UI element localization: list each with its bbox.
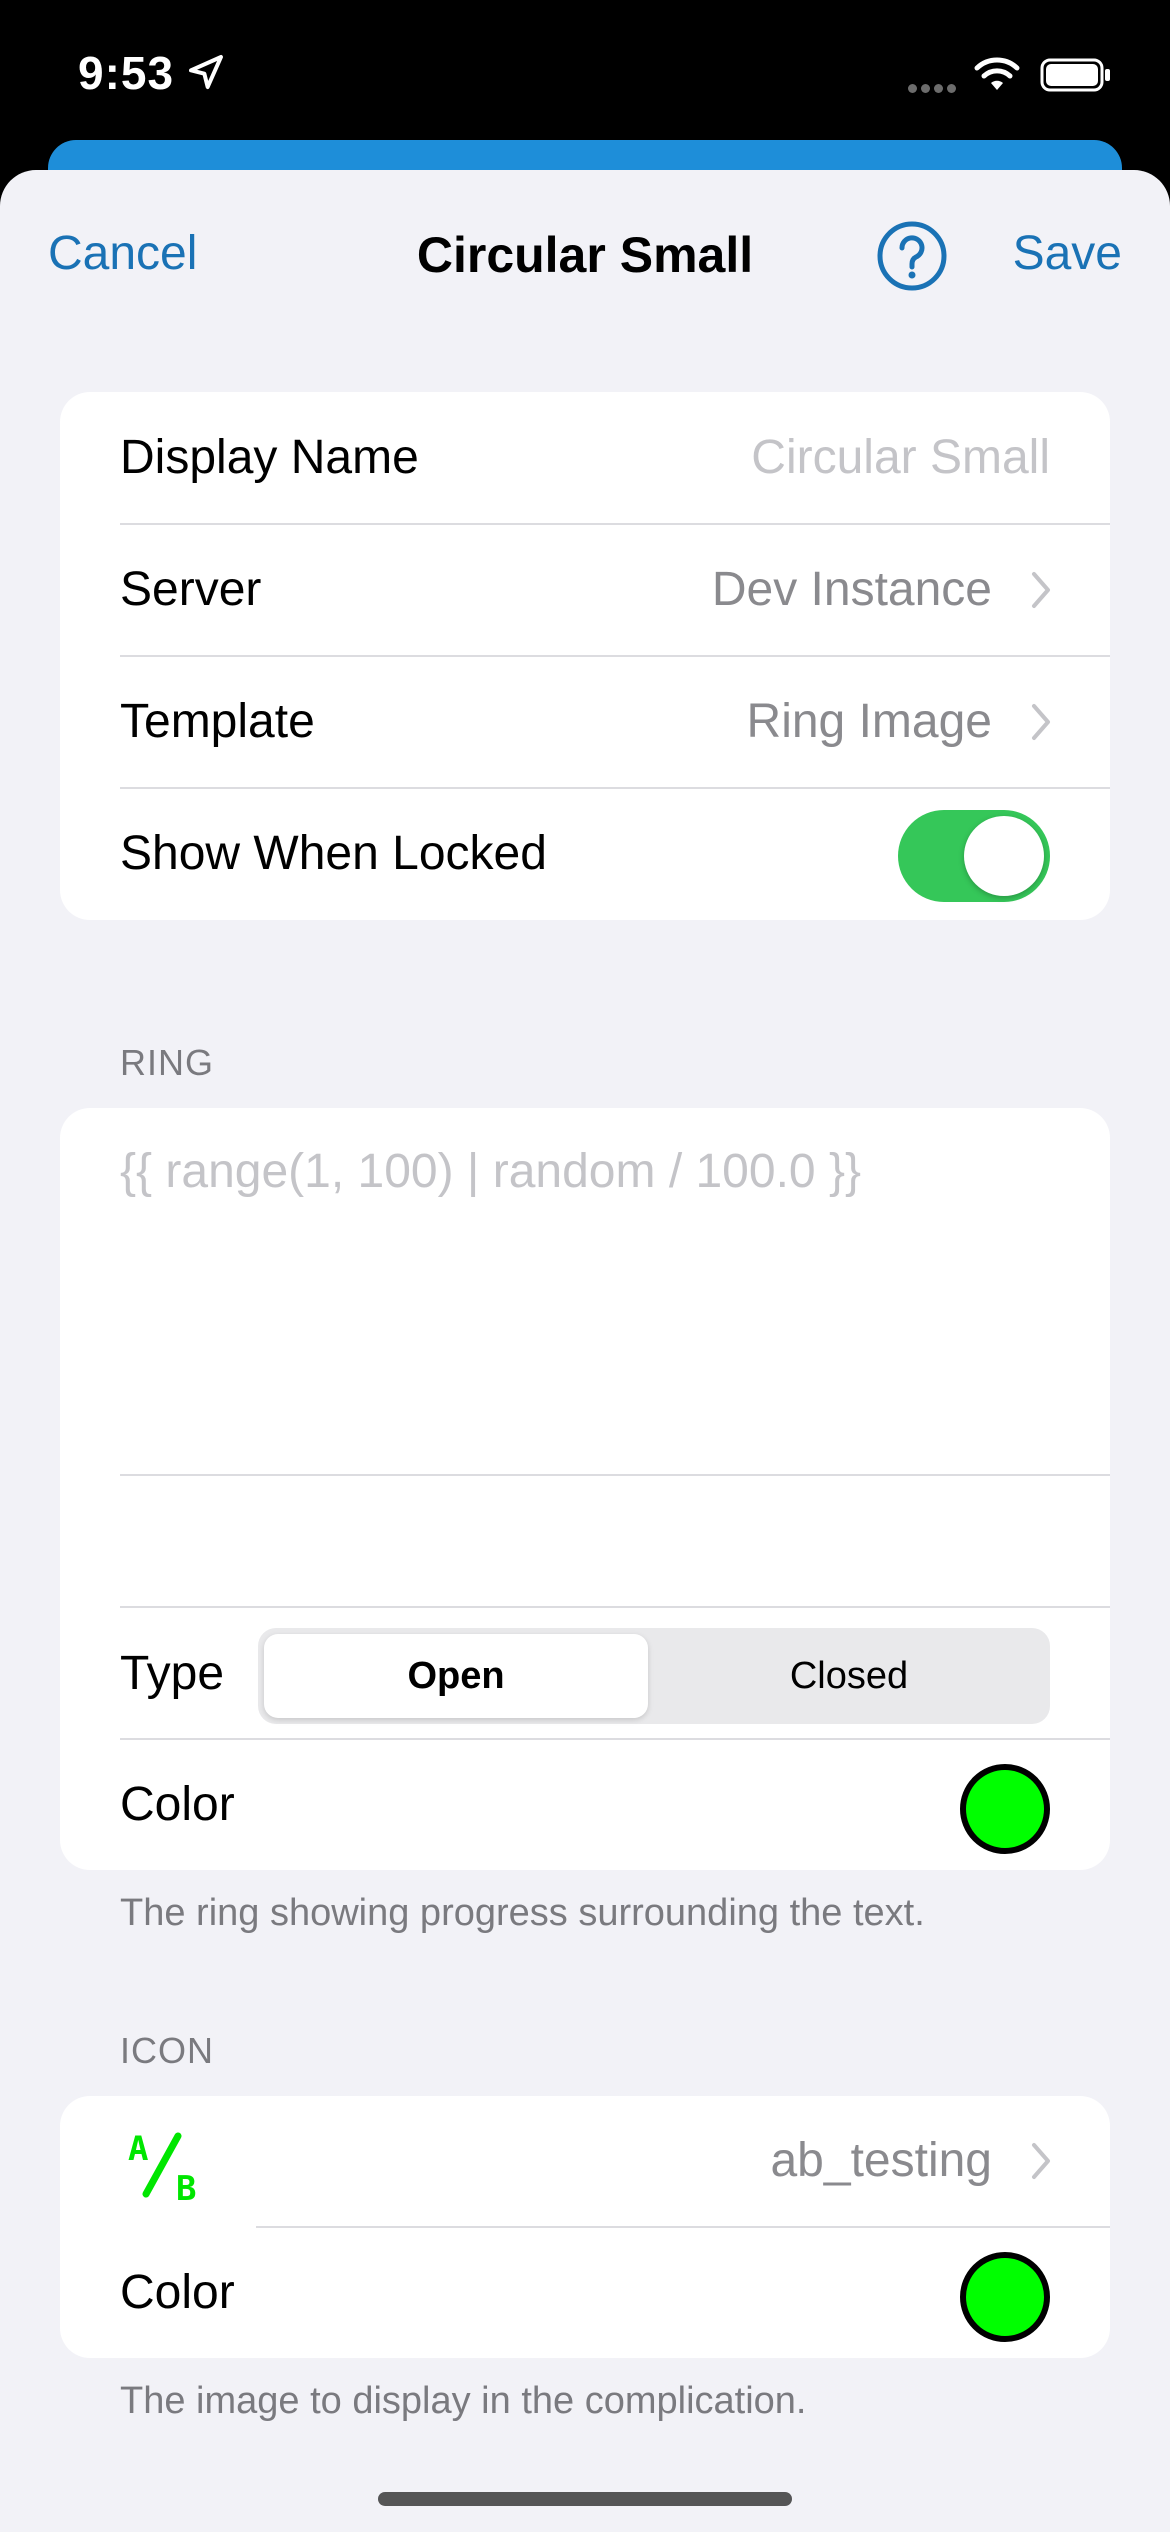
segment-closed[interactable]: Closed — [654, 1634, 1044, 1718]
location-arrow-icon — [189, 55, 223, 89]
notch — [342, 0, 828, 100]
ring-type-label: Type — [120, 1647, 225, 1700]
ring-color-row[interactable]: Color — [60, 1740, 1110, 1870]
ring-empty-row[interactable] — [60, 1476, 1110, 1608]
server-label: Server — [120, 563, 262, 616]
wifi-icon — [974, 57, 1020, 90]
cellular-signal-icon — [908, 80, 964, 93]
server-row[interactable]: Server Dev Instance — [60, 524, 1110, 656]
ring-section-footer: The ring showing progress surrounding th… — [120, 1892, 925, 1934]
icon-section-footer: The image to display in the complication… — [120, 2380, 807, 2422]
chevron-right-icon — [1032, 572, 1050, 608]
svg-text:B: B — [176, 2169, 196, 2202]
chevron-right-icon — [1032, 2143, 1050, 2179]
ab-testing-icon: A B — [128, 2129, 196, 2202]
general-settings-card: Display Name Circular Small Server Dev I… — [60, 392, 1110, 920]
ring-color-swatch[interactable] — [960, 1764, 1050, 1854]
help-icon[interactable] — [876, 220, 948, 292]
display-name-label: Display Name — [120, 431, 419, 484]
status-bar: 9:53 — [0, 0, 1170, 150]
save-button[interactable]: Save — [1013, 226, 1122, 281]
chevron-right-icon — [1032, 704, 1050, 740]
server-value: Dev Instance — [711, 563, 992, 616]
show-when-locked-row: Show When Locked — [60, 788, 1110, 920]
icon-color-row[interactable]: Color — [60, 2228, 1110, 2358]
ring-type-row: Type Open Closed — [60, 1608, 1110, 1740]
show-when-locked-label: Show When Locked — [120, 827, 547, 880]
icon-color-label: Color — [120, 2266, 235, 2319]
segment-open[interactable]: Open — [264, 1634, 648, 1718]
ring-template-text[interactable]: {{ range(1, 100) | random / 100.0 }} — [120, 1144, 861, 1199]
show-when-locked-toggle[interactable] — [898, 810, 1050, 902]
icon-select-row[interactable]: A B ab_testing — [60, 2096, 1110, 2226]
navigation-bar: Cancel Circular Small Save — [0, 170, 1170, 340]
status-time: 9:53 — [78, 47, 175, 99]
template-row[interactable]: Template Ring Image — [60, 656, 1110, 788]
home-indicator — [378, 2492, 792, 2506]
icon-name-value: ab_testing — [770, 2134, 992, 2187]
modal-sheet: Cancel Circular Small Save Display Name … — [0, 170, 1170, 2532]
ring-settings-card: {{ range(1, 100) | random / 100.0 }} Typ… — [60, 1108, 1110, 1870]
display-name-input[interactable]: Circular Small — [751, 392, 1050, 524]
icon-section-header: ICON — [120, 2030, 214, 2071]
ring-color-label: Color — [120, 1778, 235, 1831]
template-label: Template — [120, 695, 315, 748]
template-value: Ring Image — [746, 695, 992, 748]
ring-template-editor[interactable]: {{ range(1, 100) | random / 100.0 }} — [60, 1108, 1110, 1480]
ring-type-segmented-control: Open Closed — [258, 1628, 1050, 1724]
icon-color-swatch[interactable] — [960, 2252, 1050, 2342]
page-title: Circular Small — [416, 227, 754, 283]
svg-text:A: A — [128, 2129, 148, 2169]
toggle-knob — [964, 816, 1044, 896]
display-name-row[interactable]: Display Name Circular Small — [60, 392, 1110, 524]
ring-section-header: RING — [120, 1042, 214, 1083]
icon-settings-card: A B ab_testing Color — [60, 2096, 1110, 2358]
battery-icon — [1040, 58, 1110, 92]
